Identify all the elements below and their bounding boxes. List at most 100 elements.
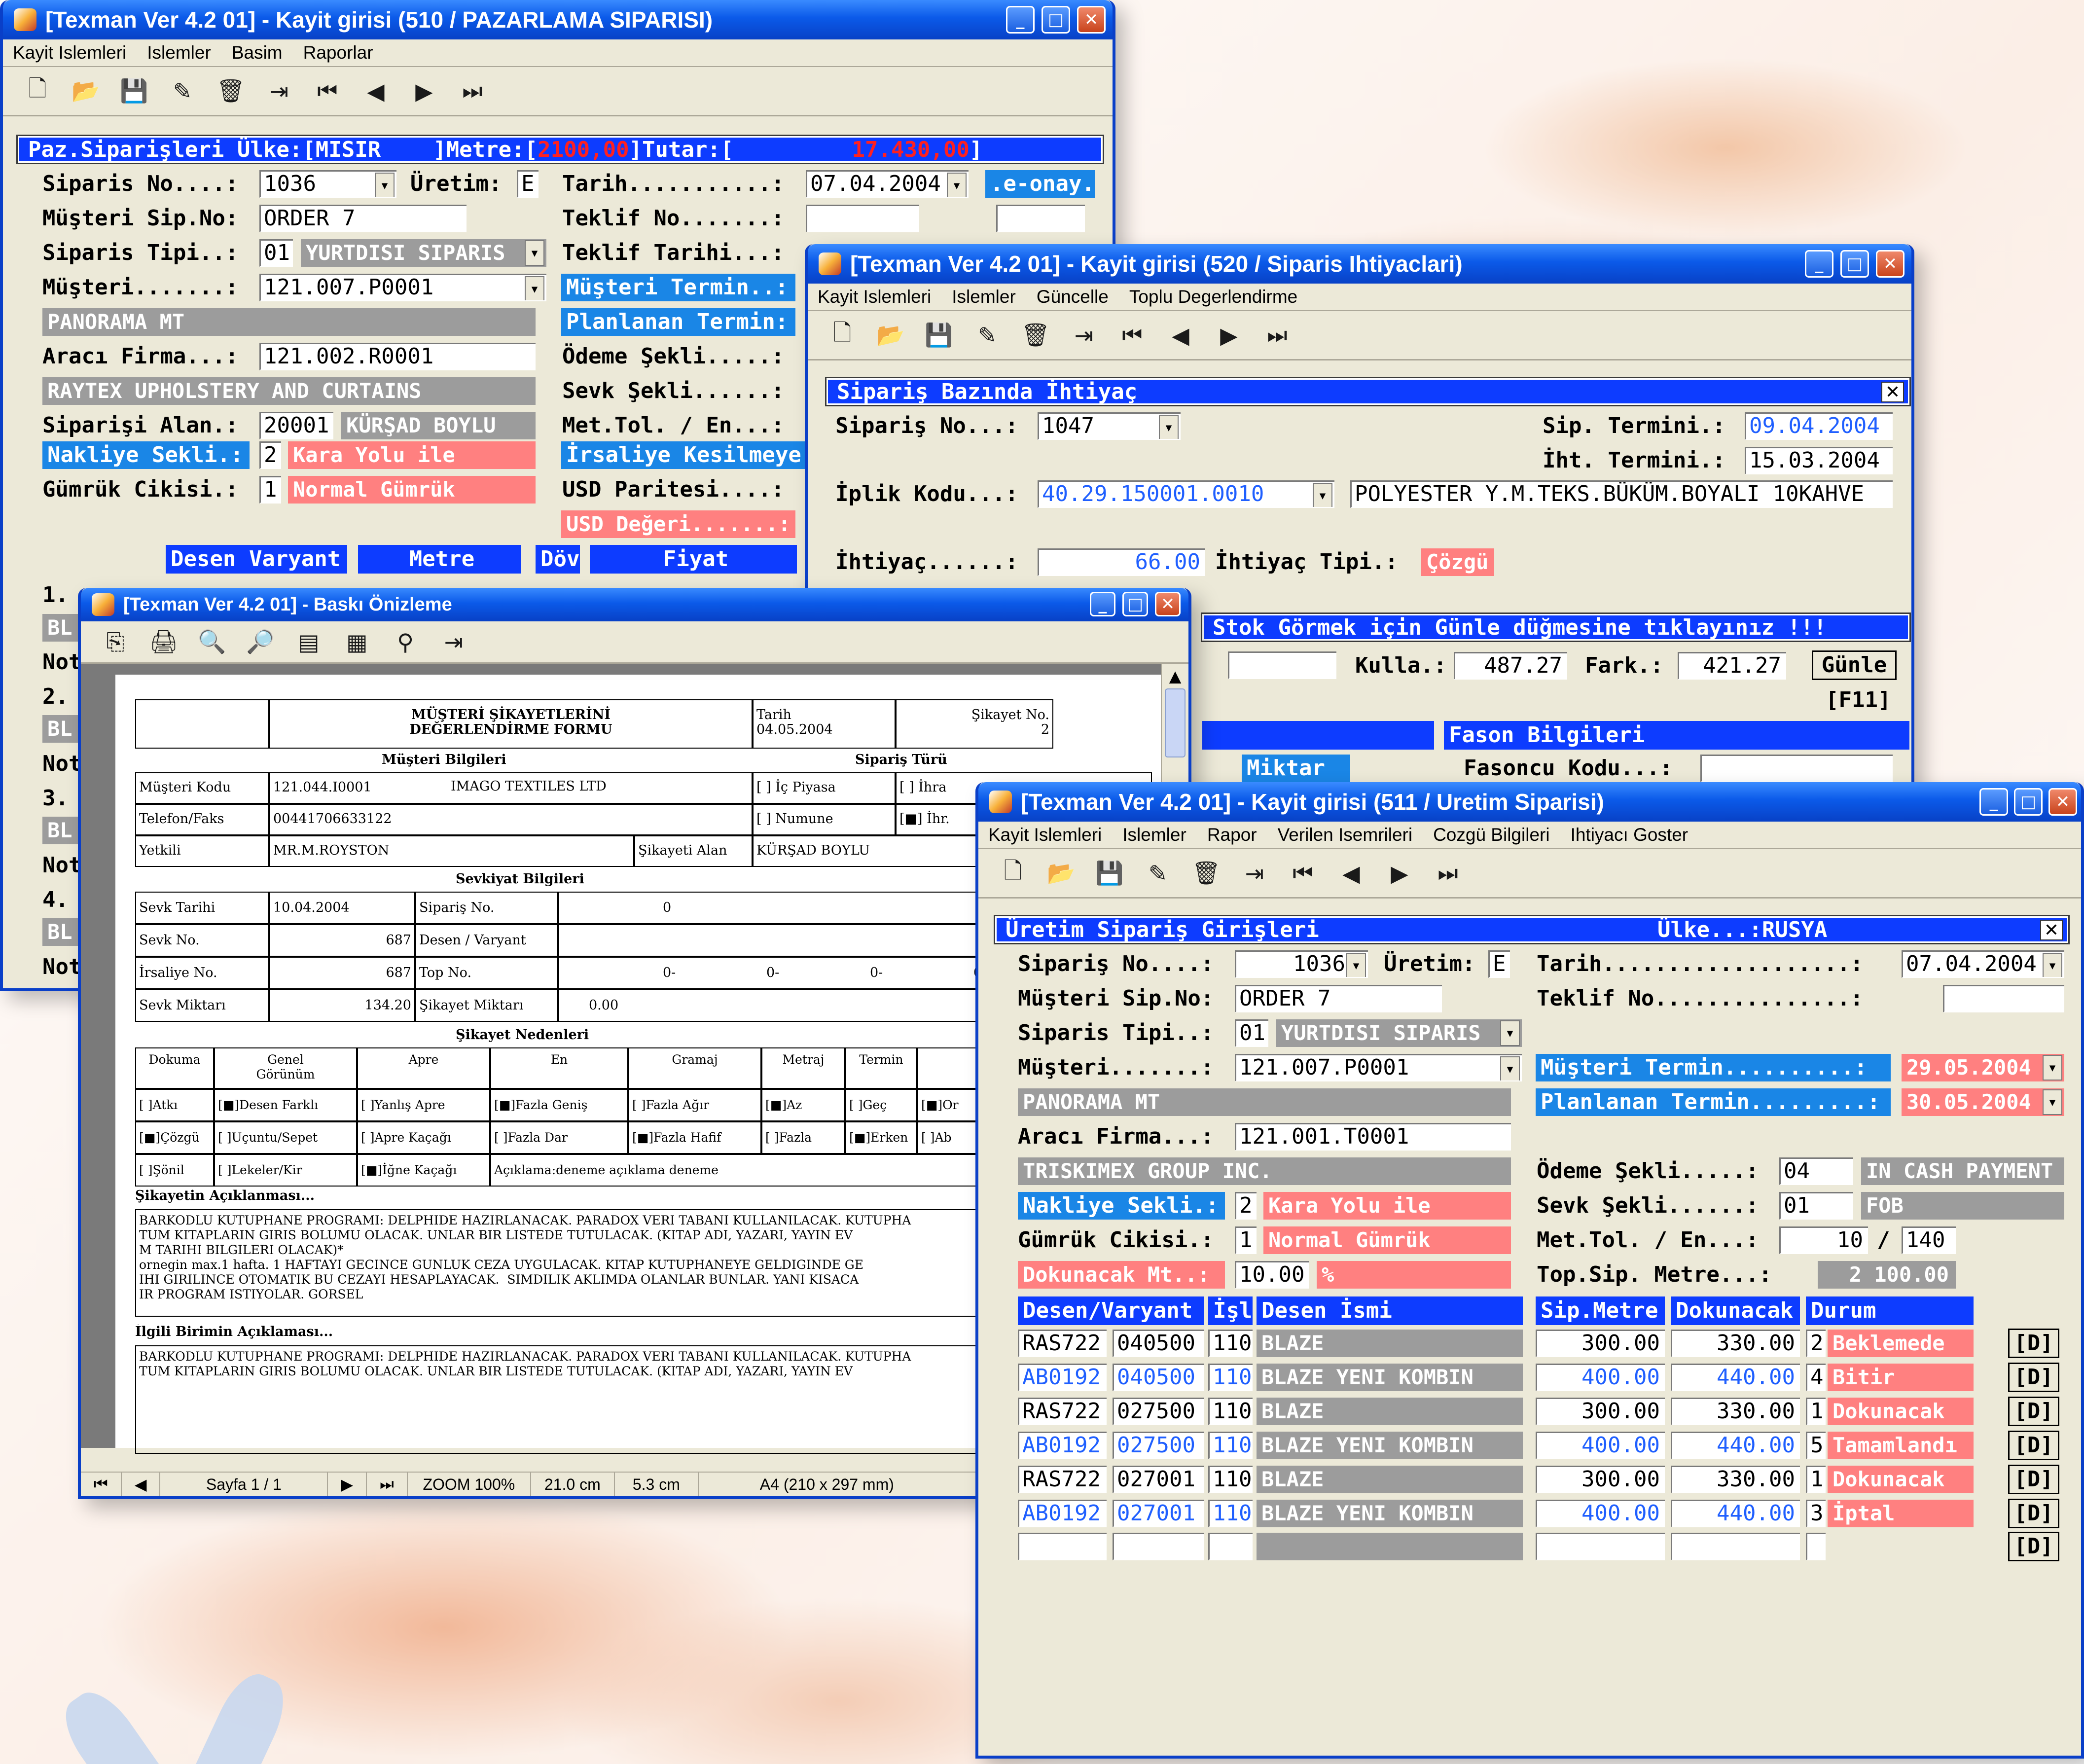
fasoncu-kodu-field[interactable] bbox=[1700, 755, 1893, 782]
empty-desen[interactable] bbox=[1018, 1533, 1107, 1560]
first-record-icon[interactable]: ⏮ bbox=[1288, 859, 1318, 888]
window-511-titlebar[interactable]: [Texman Ver 4.2 01] - Kayit girisi (511 … bbox=[978, 782, 2081, 822]
siparis-tipi-code[interactable]: 01 bbox=[259, 239, 293, 267]
ihtiyac-field[interactable]: 66.00 bbox=[1038, 548, 1205, 576]
prev-record-icon[interactable]: ◀ bbox=[1336, 859, 1366, 888]
menu-toplu-degerlendirme[interactable]: Toplu Degerlendirme bbox=[1129, 287, 1297, 307]
delete-icon[interactable]: 🗑 bbox=[216, 76, 246, 106]
musteri-sip-no-field[interactable]: ORDER 7 bbox=[1235, 985, 1442, 1012]
menu-verilen-isemirleri[interactable]: Verilen Isemrileri bbox=[1278, 825, 1412, 845]
maximize-icon[interactable]: □ bbox=[1122, 592, 1148, 616]
siparis-tipi-name[interactable]: YURTDISI SIPARIS bbox=[301, 239, 546, 267]
uretim-field[interactable]: E bbox=[517, 170, 539, 198]
last-record-icon[interactable]: ⏭ bbox=[1262, 321, 1292, 350]
scroll-up-icon[interactable]: ▲ bbox=[1162, 664, 1188, 688]
e-onay-label[interactable]: .e-onay. bbox=[985, 170, 1095, 198]
edit-icon[interactable]: ✎ bbox=[972, 321, 1002, 350]
menu-rapor[interactable]: Rapor bbox=[1207, 825, 1257, 845]
close-icon[interactable]: ✕ bbox=[1077, 6, 1106, 34]
minimize-icon[interactable]: _ bbox=[1979, 788, 2008, 816]
next-record-icon[interactable]: ▶ bbox=[1385, 859, 1414, 888]
edit-icon[interactable]: ✎ bbox=[1143, 859, 1173, 888]
cell-d[interactable]: [D] bbox=[2008, 1363, 2059, 1392]
maximize-icon[interactable]: □ bbox=[1042, 6, 1070, 34]
menu-kayit-islemleri[interactable]: Kayit Islemleri bbox=[988, 825, 1102, 845]
met-tol-field[interactable]: 10 bbox=[1779, 1226, 1868, 1254]
musteri-sip-no-field[interactable]: ORDER 7 bbox=[259, 205, 467, 232]
cell-d[interactable]: [D] bbox=[2008, 1397, 2059, 1426]
menu-islemler[interactable]: Islemler bbox=[1122, 825, 1186, 845]
menu-kayit-islemleri[interactable]: Kayit Islemleri bbox=[818, 287, 931, 307]
last-page-icon[interactable]: ⏭ bbox=[367, 1473, 408, 1496]
siparis-no-field[interactable]: 1047 bbox=[1038, 412, 1181, 440]
cell-varyant[interactable]: 027001 bbox=[1113, 1500, 1204, 1527]
musteri-termin-field[interactable]: 29.05.2004 bbox=[1902, 1054, 2064, 1081]
save-icon[interactable]: 💾 bbox=[119, 76, 149, 106]
gumruk-code[interactable]: 1 bbox=[1235, 1226, 1257, 1254]
help-icon[interactable]: ⚲ bbox=[391, 627, 420, 657]
cell-sip[interactable]: 400.00 bbox=[1536, 1432, 1665, 1459]
cell-varyant[interactable]: 040500 bbox=[1113, 1330, 1204, 1357]
cell-isl[interactable]: 110 bbox=[1208, 1432, 1253, 1459]
cell-varyant[interactable]: 040500 bbox=[1113, 1364, 1204, 1391]
zoom-out-icon[interactable]: 🔎 bbox=[246, 627, 275, 657]
menu-basim[interactable]: Basim bbox=[232, 42, 283, 63]
e-onay-field[interactable] bbox=[996, 205, 1085, 232]
cell-isl[interactable]: 110 bbox=[1208, 1398, 1253, 1425]
preview-titlebar[interactable]: [Texman Ver 4.2 01] - Baskı Önizleme _ □… bbox=[81, 588, 1188, 621]
table-row[interactable]: AB0192 040500 110 BLAZE YENI KOMBIN 400.00 44… bbox=[978, 1363, 2063, 1394]
cell-dok[interactable]: 440.00 bbox=[1671, 1364, 1800, 1391]
window-510-titlebar[interactable]: [Texman Ver 4.2 01] - Kayit girisi (510 … bbox=[3, 0, 1113, 39]
minimize-icon[interactable]: _ bbox=[1006, 6, 1035, 34]
first-record-icon[interactable]: ⏮ bbox=[313, 76, 342, 106]
delete-icon[interactable]: 🗑 bbox=[1191, 859, 1221, 888]
exit-icon[interactable]: ⇥ bbox=[439, 627, 468, 657]
close-icon[interactable]: ✕ bbox=[2040, 920, 2063, 940]
musteri-field[interactable]: 121.007.P0001 bbox=[1235, 1054, 1522, 1081]
cell-dok[interactable]: 440.00 bbox=[1671, 1432, 1800, 1459]
new-icon[interactable]: 🗋 bbox=[23, 75, 52, 106]
last-record-icon[interactable]: ⏭ bbox=[458, 76, 487, 106]
empty-sip[interactable] bbox=[1536, 1533, 1665, 1560]
menu-ihtiyaci-goster[interactable]: Ihtiyacı Goster bbox=[1571, 825, 1689, 845]
cell-dcode[interactable]: 5 bbox=[1806, 1432, 1826, 1459]
empty-dcode[interactable] bbox=[1806, 1533, 1826, 1560]
cell-varyant[interactable]: 027500 bbox=[1113, 1432, 1204, 1459]
print-icon[interactable]: 🖨 bbox=[149, 627, 179, 657]
table-row[interactable]: RAS722 027500 110 BLAZE 300.00 330.00 1 Dokunac… bbox=[978, 1397, 2063, 1428]
page-width-icon[interactable]: ▤ bbox=[294, 627, 323, 657]
next-record-icon[interactable]: ▶ bbox=[1214, 321, 1244, 350]
cell-sip[interactable]: 400.00 bbox=[1536, 1500, 1665, 1527]
cell-dcode[interactable]: 1 bbox=[1806, 1398, 1826, 1425]
tarih-field[interactable]: 07.04.2004 bbox=[806, 170, 969, 198]
cell-dok[interactable]: 440.00 bbox=[1671, 1500, 1800, 1527]
menu-islemler[interactable]: Islemler bbox=[147, 42, 211, 63]
whole-page-icon[interactable]: ▦ bbox=[342, 627, 372, 657]
teklif-no-field[interactable] bbox=[1943, 985, 2064, 1012]
first-page-icon[interactable]: ⏮ bbox=[81, 1473, 122, 1496]
musteri-field[interactable]: 121.007.P0001 bbox=[259, 274, 546, 301]
sip-termini-field[interactable]: 09.04.2004 bbox=[1745, 412, 1893, 440]
teklif-no-field[interactable] bbox=[806, 205, 919, 232]
dokunacak-mt-field[interactable]: 10.00 bbox=[1235, 1261, 1309, 1289]
cell-dcode[interactable]: 2 bbox=[1806, 1330, 1826, 1357]
prev-record-icon[interactable]: ◀ bbox=[361, 76, 391, 106]
cell-dcode[interactable]: 4 bbox=[1806, 1364, 1826, 1391]
minimize-icon[interactable]: _ bbox=[1090, 592, 1115, 616]
iht-termini-field[interactable]: 15.03.2004 bbox=[1745, 447, 1893, 474]
iplik-kodu-field[interactable]: 40.29.150001.0010 bbox=[1038, 480, 1334, 508]
close-icon[interactable]: ✕ bbox=[1876, 250, 1904, 278]
table-row[interactable]: RAS722 027001 110 BLAZE 300.00 330.00 1 Dokunac… bbox=[978, 1465, 2063, 1496]
table-row[interactable]: AB0192 027001 110 BLAZE YENI KOMBIN 400.00 44… bbox=[978, 1499, 2063, 1530]
empty-isl[interactable] bbox=[1208, 1533, 1253, 1560]
cell-dcode[interactable]: 1 bbox=[1806, 1466, 1826, 1493]
new-icon[interactable]: 🗋 bbox=[998, 857, 1028, 888]
prev-page-icon[interactable]: ◀ bbox=[122, 1473, 161, 1496]
gunle-button[interactable]: Günle bbox=[1812, 650, 1897, 680]
close-icon[interactable]: ✕ bbox=[1155, 592, 1181, 616]
first-record-icon[interactable]: ⏮ bbox=[1117, 321, 1147, 350]
save-icon[interactable]: 💾 bbox=[1095, 859, 1124, 888]
menu-islemler[interactable]: Islemler bbox=[952, 287, 1016, 307]
cell-varyant[interactable]: 027500 bbox=[1113, 1398, 1204, 1425]
exit-icon[interactable]: ⇥ bbox=[264, 76, 294, 106]
